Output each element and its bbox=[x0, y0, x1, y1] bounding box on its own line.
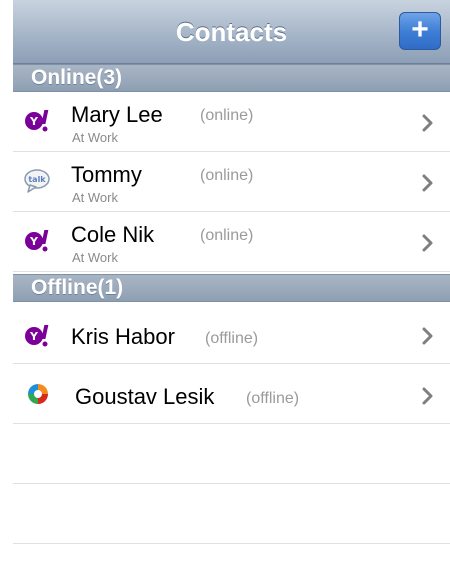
contact-name: Cole Nik bbox=[71, 222, 155, 247]
chevron-right-icon bbox=[422, 387, 433, 405]
empty-row bbox=[13, 424, 450, 484]
contact-row-cole-nik[interactable]: Y Cole Nik At Work (online) bbox=[13, 212, 450, 272]
contact-name: Goustav Lesik bbox=[75, 384, 215, 409]
status-text: (online) bbox=[200, 167, 254, 184]
chevron-right-icon bbox=[422, 234, 433, 252]
section-header-label: Online(3) bbox=[31, 66, 123, 89]
yahoo-icon: Y bbox=[25, 230, 49, 252]
chevron-right-icon bbox=[422, 174, 433, 192]
contact-subtitle: At Work bbox=[72, 130, 118, 145]
svg-text:Y: Y bbox=[29, 330, 39, 343]
navigation-bar: Contacts + bbox=[13, 0, 450, 64]
status-text: (online) bbox=[200, 107, 254, 124]
section-header-offline: Offline(1) bbox=[13, 274, 450, 302]
contacts-screen: Contacts + Online(3) Y Mary Lee At Work … bbox=[13, 0, 450, 563]
status-text: (offline) bbox=[246, 390, 300, 407]
section-header-online: Online(3) bbox=[13, 64, 450, 92]
status-text: (offline) bbox=[205, 330, 259, 347]
contact-name: Kris Habor bbox=[71, 324, 175, 349]
gtalk-icon: talk bbox=[24, 169, 50, 193]
yahoo-icon: Y bbox=[25, 325, 49, 347]
section-header-label: Offline(1) bbox=[31, 276, 124, 299]
contact-row-goustav-lesik[interactable]: Goustav Lesik (offline) bbox=[13, 364, 450, 424]
icq-icon bbox=[28, 384, 48, 404]
contact-name: Mary Lee bbox=[71, 102, 163, 127]
svg-text:Y: Y bbox=[29, 235, 39, 248]
chevron-right-icon bbox=[422, 327, 433, 345]
svg-text:talk: talk bbox=[28, 175, 46, 184]
contact-subtitle: At Work bbox=[72, 190, 118, 205]
add-contact-button[interactable]: + bbox=[399, 12, 441, 50]
contact-name: Tommy bbox=[71, 162, 142, 187]
contact-subtitle: At Work bbox=[72, 250, 118, 265]
chevron-right-icon bbox=[422, 114, 433, 132]
svg-text:Y: Y bbox=[29, 115, 39, 128]
contact-row-kris-habor[interactable]: Y Kris Habor (offline) bbox=[13, 304, 450, 364]
page-title: Contacts bbox=[175, 17, 288, 47]
contact-row-mary-lee[interactable]: Y Mary Lee At Work (online) bbox=[13, 92, 450, 152]
contact-row-tommy[interactable]: talk Tommy At Work (online) bbox=[13, 152, 450, 212]
status-text: (online) bbox=[200, 227, 254, 244]
empty-row bbox=[13, 484, 450, 544]
yahoo-icon: Y bbox=[25, 110, 49, 132]
